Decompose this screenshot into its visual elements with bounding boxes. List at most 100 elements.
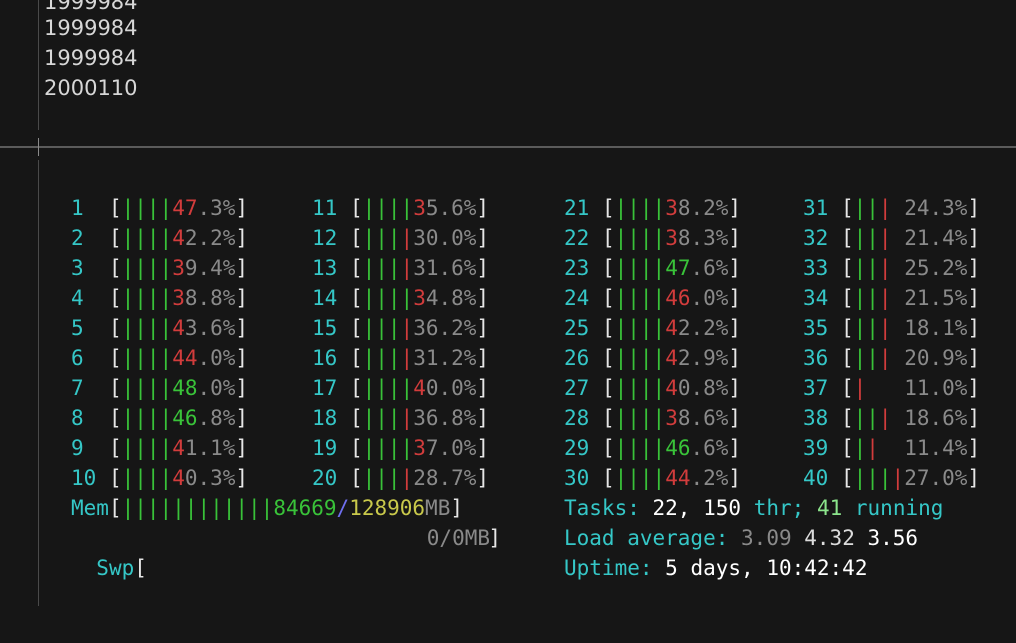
cpu-meter: 18 [||||36.8%] xyxy=(312,403,489,433)
cpu-bars: |||| xyxy=(121,436,173,460)
cpu-bars: |||| xyxy=(362,196,414,220)
cpu-meter: 20 [||||28.7%] xyxy=(312,463,489,493)
cpu-id: 20 xyxy=(312,466,338,490)
load-average-meter: Load average: 3.09 4.32 3.56 xyxy=(564,523,918,553)
cpu-id-pad xyxy=(84,196,109,220)
cpu-id-pad xyxy=(337,406,350,430)
bracket-open: [ xyxy=(601,286,615,310)
bracket-open: [ xyxy=(840,316,854,340)
bracket-open: [ xyxy=(601,226,615,250)
bracket-open: [ xyxy=(840,466,854,490)
cpu-id-pad xyxy=(337,466,350,490)
cpu-id: 32 xyxy=(803,226,829,250)
cpu-meter: 10 [||||40.3%] xyxy=(71,463,248,493)
cpu-meter: 40 [||||27.0%] xyxy=(803,463,980,493)
bracket-open: [ xyxy=(349,316,363,340)
cpu-id: 27 xyxy=(564,376,590,400)
bracket-close: ] xyxy=(728,256,742,280)
bracket-close: ] xyxy=(728,346,742,370)
cpu-id: 19 xyxy=(312,436,338,460)
bracket-close: ] xyxy=(235,196,249,220)
load-15min: 3.56 xyxy=(867,526,919,550)
bracket-open: [ xyxy=(840,256,854,280)
divider-handle[interactable] xyxy=(38,138,39,156)
bracket-open: [ xyxy=(601,316,615,340)
cpu-meter: 6 [||||44.0%] xyxy=(71,343,248,373)
cpu-bars: |||| xyxy=(121,406,173,430)
cpu-usage-value: 30.0% xyxy=(413,226,477,250)
mem-unit: MB xyxy=(425,496,451,520)
cpu-id-pad xyxy=(589,226,602,250)
bracket-open: [ xyxy=(349,196,363,220)
cpu-usage-value: 44.0% xyxy=(172,346,236,370)
cpu-id-pad xyxy=(84,316,109,340)
cpu-id-pad xyxy=(589,376,602,400)
cpu-id: 25 xyxy=(564,316,590,340)
cpu-meter: 22 [||||38.3%] xyxy=(564,223,741,253)
cpu-usage-value: 46.6% xyxy=(665,436,729,460)
cpu-usage-value: 42.2% xyxy=(172,226,236,250)
cpu-bars: |||| xyxy=(614,436,666,460)
cpu-meter: 29 [||||46.6%] xyxy=(564,433,741,463)
threads-label: thr; xyxy=(753,496,805,520)
cpu-id-pad xyxy=(589,346,602,370)
cpu-id: 31 xyxy=(803,196,829,220)
cpu-meter: 34 [||| 21.5%] xyxy=(803,283,980,313)
cpu-id: 1 xyxy=(71,196,84,220)
cpu-usage-value: 41.1% xyxy=(172,436,236,460)
cpu-usage-value: 42.9% xyxy=(665,346,729,370)
cpu-meter: 16 [||||31.2%] xyxy=(312,343,489,373)
cpu-id: 38 xyxy=(803,406,829,430)
cpu-id: 17 xyxy=(312,376,338,400)
bracket-open: [ xyxy=(601,406,615,430)
bracket-close: ] xyxy=(967,196,981,220)
cpu-meter: 39 [|| 11.4%] xyxy=(803,433,980,463)
cpu-usage-value: 35.6% xyxy=(413,196,477,220)
cpu-id: 6 xyxy=(71,346,84,370)
cpu-meter: 38 [||| 18.6%] xyxy=(803,403,980,433)
load-5min: 4.32 xyxy=(804,526,855,550)
cpu-bars: ||| xyxy=(853,196,892,220)
tasks-count: 22, xyxy=(652,496,691,520)
bracket-close: ] xyxy=(476,466,490,490)
cpu-id-pad xyxy=(828,286,841,310)
cpu-id: 34 xyxy=(803,286,829,310)
cpu-bars: |||| xyxy=(121,376,173,400)
bracket-open: [ xyxy=(601,256,615,280)
mem-separator: / xyxy=(336,496,350,520)
bracket-open: [ xyxy=(108,286,122,310)
mem-meter: Mem[||||||||||||84669/128906MB] xyxy=(71,493,463,523)
cpu-meter: 25 [||||42.2%] xyxy=(564,313,741,343)
bracket-close: ] xyxy=(476,406,490,430)
cpu-id-pad xyxy=(84,286,109,310)
cpu-id: 3 xyxy=(71,256,84,280)
cpu-usage-value: 25.2% xyxy=(904,256,968,280)
cpu-bars: |||| xyxy=(362,406,414,430)
cpu-usage-value: 24.3% xyxy=(904,196,968,220)
cpu-id: 39 xyxy=(803,436,829,460)
cpu-id-pad xyxy=(828,376,841,400)
cpu-usage-value: 48.0% xyxy=(172,376,236,400)
cpu-id-pad xyxy=(828,436,841,460)
cpu-id-pad xyxy=(828,256,841,280)
cpu-id: 23 xyxy=(564,256,590,280)
cpu-id-pad xyxy=(589,316,602,340)
cpu-bars: ||| xyxy=(853,316,892,340)
bracket-close: ] xyxy=(235,346,249,370)
cpu-meter: 15 [||||36.2%] xyxy=(312,313,489,343)
cpu-bars: |||| xyxy=(362,436,414,460)
output-line: 1999984 xyxy=(44,16,138,40)
load-label: Load average: xyxy=(564,526,729,550)
cpu-id-pad xyxy=(96,466,109,490)
pane-divider[interactable] xyxy=(0,146,1016,148)
cpu-bars: |||| xyxy=(614,316,666,340)
cpu-usage-value: 47.6% xyxy=(665,256,729,280)
bracket-close: ] xyxy=(476,316,490,340)
cpu-usage-value: 18.6% xyxy=(904,406,968,430)
cpu-id-pad xyxy=(589,436,602,460)
cpu-id-pad xyxy=(589,196,602,220)
cpu-id: 40 xyxy=(803,466,829,490)
cpu-usage-value: 43.6% xyxy=(172,316,236,340)
bracket-open: [ xyxy=(349,436,363,460)
cpu-bars: | xyxy=(853,376,867,400)
